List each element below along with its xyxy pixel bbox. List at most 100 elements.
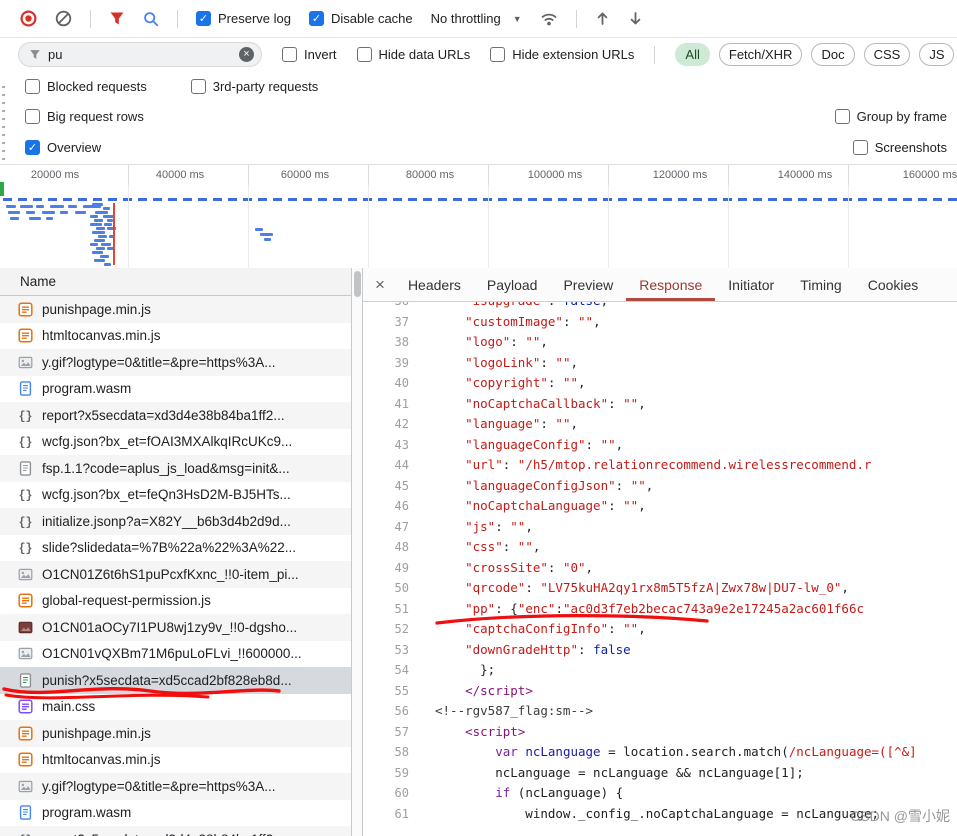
request-row[interactable]: punishpage.min.js <box>0 720 351 747</box>
script-file-icon <box>18 328 33 343</box>
clear-filter-icon[interactable]: × <box>239 47 254 62</box>
request-row[interactable]: y.gif?logtype=0&title=&pre=https%3A... <box>0 773 351 800</box>
tab-cookies[interactable]: Cookies <box>855 268 932 301</box>
panel-edge-dots <box>2 86 5 162</box>
code-text: "captchaConfigInfo": "", <box>435 621 646 636</box>
request-row[interactable]: {} initialize.jsonp?a=X82Y__b6b3d4b2d9d..… <box>0 508 351 535</box>
code-line-42: 42 "language": "", <box>363 414 957 435</box>
checkbox-box[interactable] <box>356 47 372 62</box>
checkbox-box[interactable] <box>490 47 506 62</box>
timeline-gridline <box>848 185 849 268</box>
timeline-overview[interactable] <box>0 185 957 269</box>
preserve-log-checkbox[interactable]: ✓ Preserve log <box>196 11 291 26</box>
svg-text:{}: {} <box>19 543 33 556</box>
svg-text:{}: {} <box>19 437 33 450</box>
request-row[interactable]: fsp.1.1?code=aplus_js_load&msg=init&... <box>0 455 351 482</box>
search-icon[interactable] <box>143 11 159 27</box>
hide-data-urls-checkbox[interactable]: Hide data URLs <box>356 47 470 62</box>
record-icon[interactable] <box>20 10 37 27</box>
checkbox-box[interactable]: ✓ <box>196 11 211 26</box>
import-har-icon[interactable] <box>595 11 610 27</box>
invert-checkbox[interactable]: Invert <box>282 47 337 62</box>
filter-pill-fetchxhr[interactable]: Fetch/XHR <box>718 43 803 66</box>
request-row[interactable]: {} report?x5secdata=xd3d4e38b84ba1ff2... <box>0 402 351 429</box>
timeline-bar <box>260 233 273 236</box>
overview-checkbox[interactable]: ✓ Overview <box>25 140 101 155</box>
screenshots-checkbox[interactable]: Screenshots <box>852 140 947 155</box>
filter-pill-css[interactable]: CSS <box>863 43 911 66</box>
checkbox-box[interactable]: ✓ <box>308 11 324 26</box>
request-list-scrollbar[interactable] <box>352 268 362 836</box>
network-conditions-icon[interactable] <box>540 11 558 27</box>
name-column-header[interactable]: Name <box>0 268 351 296</box>
request-row[interactable]: program.wasm <box>0 376 351 403</box>
request-row[interactable]: y.gif?logtype=0&title=&pre=https%3A... <box>0 349 351 376</box>
request-list-panel: Name punishpage.min.js htmltocanvas.min.j… <box>0 268 352 836</box>
timeline-gridline <box>728 165 729 186</box>
timeline-bar <box>98 235 107 238</box>
timeline-tick-label: 140000 ms <box>777 169 833 181</box>
third-party-requests-checkbox[interactable]: 3rd-party requests <box>190 78 318 94</box>
hide-extension-urls-checkbox[interactable]: Hide extension URLs <box>490 47 634 62</box>
code-text: "logo": "", <box>435 334 548 349</box>
response-viewer[interactable]: 36 "isupgrade": false,37 "customImage": … <box>363 302 957 836</box>
timeline-bar <box>29 217 41 220</box>
network-filter-input[interactable]: pu × <box>18 42 262 67</box>
disable-cache-checkbox[interactable]: ✓ Disable cache <box>308 11 413 26</box>
code-text: "copyright": "", <box>435 375 586 390</box>
request-name: program.wasm <box>42 381 132 397</box>
request-row[interactable]: htmltocanvas.min.js <box>0 323 351 350</box>
checkbox-box[interactable] <box>25 108 40 124</box>
tab-initiator[interactable]: Initiator <box>715 268 787 301</box>
checkbox-box[interactable] <box>834 108 850 124</box>
tab-response[interactable]: Response <box>626 268 716 301</box>
request-row[interactable]: main.css <box>0 694 351 721</box>
tab-headers[interactable]: Headers <box>395 268 474 301</box>
export-har-icon[interactable] <box>628 11 643 27</box>
request-row[interactable]: htmltocanvas.min.js <box>0 747 351 774</box>
scrollbar-thumb[interactable] <box>353 271 361 297</box>
code-line-59: 59 ncLanguage = ncLanguage && ncLanguage… <box>363 763 957 784</box>
checkbox-box[interactable] <box>190 78 206 94</box>
clear-log-icon[interactable] <box>55 10 72 27</box>
tab-payload[interactable]: Payload <box>474 268 551 301</box>
checkbox-box[interactable] <box>282 47 297 62</box>
timeline-bar <box>255 228 263 231</box>
line-number: 49 <box>394 560 409 575</box>
filter-pill-doc[interactable]: Doc <box>811 43 855 66</box>
group-by-frame-checkbox[interactable]: Group by frame <box>834 108 947 124</box>
request-row-selected[interactable]: punish?x5secdata=xd5ccad2bf828eb8d... <box>0 667 351 694</box>
request-row[interactable]: {} slide?slidedata=%7B%22a%22%3A%22... <box>0 535 351 562</box>
filter-pill-all[interactable]: All <box>675 43 710 66</box>
request-row[interactable]: O1CN01Z6t6hS1puPcxfKxnc_!!0-item_pi... <box>0 561 351 588</box>
request-row[interactable]: {} wcfg.json?bx_et=fOAI3MXAlkqIRcUKc9... <box>0 429 351 456</box>
tab-timing[interactable]: Timing <box>787 268 855 301</box>
request-row[interactable]: global-request-permission.js <box>0 588 351 615</box>
request-name: slide?slidedata=%7B%22a%22%3A%22... <box>42 540 297 556</box>
checkbox-box[interactable] <box>852 140 868 155</box>
image-file-icon <box>18 779 33 794</box>
request-row[interactable]: {} report?x5secdata=xd3d4e38b84ba1ff2... <box>0 826 351 836</box>
big-request-rows-checkbox[interactable]: Big request rows <box>25 108 144 124</box>
checkbox-box[interactable] <box>25 78 40 94</box>
request-row[interactable]: O1CN01aOCy7I1PU8wj1zy9v_!!0-dgsho... <box>0 614 351 641</box>
request-row[interactable]: {} wcfg.json?bx_et=feQn3HsD2M-BJ5HTs... <box>0 482 351 509</box>
blocked-requests-checkbox[interactable]: Blocked requests <box>25 78 147 94</box>
throttling-dropdown[interactable]: No throttling ▼ <box>431 11 522 26</box>
options-row-3: ✓ Overview Screenshots <box>0 131 957 164</box>
code-text: "url": "/h5/mtop.relationrecommend.wirel… <box>435 457 872 472</box>
request-row[interactable]: program.wasm <box>0 800 351 827</box>
checkbox-label: Invert <box>304 47 337 62</box>
line-number: 40 <box>394 376 409 390</box>
close-icon[interactable]: × <box>375 275 385 295</box>
filter-pill-js[interactable]: JS <box>919 43 955 66</box>
request-row[interactable]: punishpage.min.js <box>0 296 351 323</box>
code-line-40: 40 "copyright": "", <box>363 373 957 394</box>
tab-preview[interactable]: Preview <box>550 268 626 301</box>
timeline-bar <box>26 211 35 214</box>
request-row[interactable]: O1CN01vQXBm71M6puLoFLvi_!!600000... <box>0 641 351 668</box>
request-name: initialize.jsonp?a=X82Y__b6b3d4b2d9d... <box>42 513 291 529</box>
timeline-bar <box>94 239 105 242</box>
filter-icon[interactable] <box>109 11 125 26</box>
checkbox-box[interactable]: ✓ <box>25 140 40 155</box>
